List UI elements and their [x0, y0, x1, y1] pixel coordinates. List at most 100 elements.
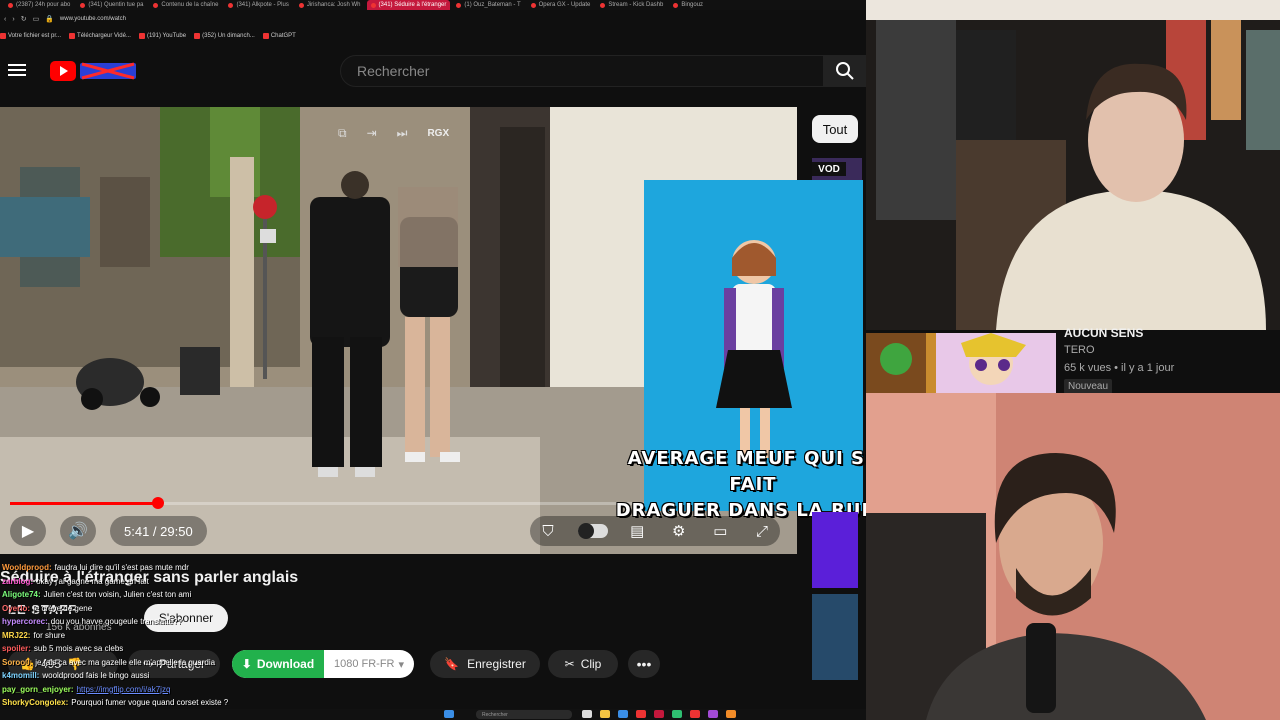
- bookmark-favicon-icon: [69, 33, 76, 39]
- tab-favicon-icon: [8, 2, 13, 8]
- download-quality-select[interactable]: 1080 FR-FR ▾: [324, 658, 414, 671]
- progress-scrubber[interactable]: [152, 497, 164, 509]
- hamburger-icon[interactable]: [8, 62, 26, 78]
- bookmark-item[interactable]: (352) Un dimanch...: [194, 33, 255, 39]
- taskbar-app-icon[interactable]: [636, 710, 646, 718]
- taskbar-app-icon[interactable]: [618, 710, 628, 718]
- chat-text: okay j'ai gagné ma game en fait: [36, 576, 149, 586]
- taskbar-app-icon[interactable]: [654, 710, 664, 718]
- volume-button[interactable]: 🔊: [60, 516, 96, 546]
- search-input[interactable]: Rechercher: [340, 55, 824, 87]
- search-icon: [836, 62, 854, 80]
- chat-message: MRJ22: for shure: [2, 629, 322, 643]
- address-bar[interactable]: ‹ › ↻ ▭ 🔒 www.youtube.com/watch: [0, 12, 866, 26]
- browser-tab[interactable]: (2387) 24h pour abo: [4, 0, 74, 10]
- reload-icon[interactable]: ↻: [21, 15, 27, 23]
- chat-username: ShorkyCongolex:: [2, 698, 69, 707]
- chat-text: je fais ça avec ma gazelle elle m'appell…: [35, 657, 216, 667]
- bookmark-item[interactable]: (191) YouTube: [138, 33, 187, 39]
- chat-username: hypercorec:: [2, 617, 48, 626]
- browser-tab[interactable]: (341) Quentin tue pa: [76, 0, 147, 10]
- skip-icon[interactable]: ⏭: [397, 126, 408, 141]
- vpn-badge-icon[interactable]: ▭: [33, 15, 40, 23]
- browser-tab[interactable]: (1) Ouz_Bateman - T: [452, 0, 524, 10]
- taskbar-app-icon[interactable]: [672, 710, 682, 718]
- browser-tab[interactable]: (341) Séduire à l'étranger: [366, 0, 451, 10]
- browser-tab[interactable]: Opera GX - Update: [527, 0, 595, 10]
- chat-username: pay_gorn_enjoyer:: [2, 684, 74, 694]
- subtitles-icon[interactable]: ▤: [625, 522, 649, 540]
- more-actions-button[interactable]: •••: [628, 650, 660, 678]
- side-thumbnail[interactable]: [812, 594, 858, 680]
- taskbar-app-icon[interactable]: [726, 710, 736, 718]
- chat-message: Oyerlo: je crève de gene: [2, 602, 322, 616]
- save-button[interactable]: 🔖 Enregistrer: [430, 650, 540, 678]
- bookmark-label: (191) YouTube: [146, 33, 187, 39]
- browser-tab-label: (341) Quentin tue pa: [88, 2, 144, 8]
- fullscreen-icon[interactable]: ⤢: [750, 523, 774, 540]
- bookmark-item[interactable]: Téléchargeur Vidé...: [69, 33, 131, 39]
- tab-favicon-icon: [530, 2, 536, 8]
- side-thumbnail[interactable]: [812, 512, 858, 588]
- youtube-logo-icon[interactable]: [50, 60, 138, 82]
- save-label: Enregistrer: [467, 657, 526, 671]
- clip-button[interactable]: ✂ Clip: [548, 650, 618, 678]
- chat-link[interactable]: https://imgflip.com/i/ak7jzq: [77, 685, 171, 694]
- url-text[interactable]: www.youtube.com/watch: [60, 16, 126, 22]
- browser-tab-label: Stream - Kick Dashb: [608, 2, 664, 8]
- download-quality: 1080 FR-FR: [333, 658, 395, 670]
- clip-label: Clip: [580, 657, 602, 671]
- bookmark-favicon-icon: [194, 33, 201, 39]
- chevron-down-icon: ▾: [398, 658, 405, 671]
- forward-icon[interactable]: ›: [12, 16, 14, 23]
- shield-icon[interactable]: ⛉: [536, 523, 560, 540]
- tab-favicon-icon: [370, 2, 376, 8]
- windows-start-icon[interactable]: [444, 710, 454, 718]
- player-overlay-bar: ⧉ ⇥ ⏭ RGX: [338, 125, 468, 141]
- browser-tab[interactable]: Jirishanca: Josh Wh: [295, 0, 365, 10]
- webcam-bottom: [866, 393, 1280, 720]
- back-icon[interactable]: ‹: [4, 16, 6, 23]
- chat-message: ShorkyCongolex: Pourquoi fumer vogue quan…: [2, 696, 322, 710]
- browser-tab-label: (341) Séduire à l'étranger: [378, 2, 447, 8]
- chat-username: Soroo0:: [2, 657, 33, 667]
- taskbar-app-icon[interactable]: [600, 710, 610, 718]
- browser-tab[interactable]: Stream - Kick Dashb: [596, 0, 667, 10]
- browser-tab-label: Jirishanca: Josh Wh: [306, 2, 361, 8]
- theater-mode-icon[interactable]: ▭: [708, 522, 732, 540]
- bookmark-favicon-icon: [0, 33, 6, 39]
- chat-username: k4momill:: [2, 671, 40, 680]
- browser-tab[interactable]: Contenu de la chaîne: [149, 0, 222, 10]
- time-display: 5:41 / 29:50: [110, 516, 207, 546]
- filter-chip-all[interactable]: Tout: [812, 115, 858, 143]
- browser-tab-label: (341) Alkpote - Plus: [236, 2, 289, 8]
- chat-username: MRJ22:: [2, 630, 31, 640]
- play-button[interactable]: ▶: [10, 516, 46, 546]
- tab-favicon-icon: [456, 2, 462, 8]
- browser-tab[interactable]: (341) Alkpote - Plus: [224, 0, 292, 10]
- taskbar-app-icon[interactable]: [690, 710, 700, 718]
- bookmark-favicon-icon: [262, 33, 269, 39]
- bookmark-item[interactable]: Votre fichier est pr...: [0, 33, 61, 39]
- webcam-top: [866, 0, 1280, 330]
- recommendation-meta: 65 k vues • il y a 1 jour: [1064, 362, 1175, 374]
- volume-icon: 🔊: [68, 523, 88, 540]
- taskbar-app-icon[interactable]: [582, 710, 592, 718]
- browser-tab[interactable]: Bingouz: [669, 0, 707, 10]
- bookmark-item[interactable]: ChatGPT: [262, 33, 296, 39]
- search-button[interactable]: [824, 55, 866, 87]
- chat-text: Pourquoi fumer vogue quand corset existe…: [71, 698, 229, 707]
- recommendation-title[interactable]: AUCUN SENS: [1064, 326, 1143, 340]
- bookmarks-bar: Votre fichier est pr... Téléchargeur Vidé…: [0, 30, 866, 42]
- popout-icon[interactable]: ⧉: [338, 126, 347, 141]
- rgx-extension-button[interactable]: RGX: [427, 128, 449, 139]
- settings-icon[interactable]: ⚙: [667, 522, 691, 540]
- browser-tab-label: Opera GX - Update: [538, 2, 591, 8]
- recommendation-channel[interactable]: TERO: [1064, 344, 1095, 356]
- vod-badge: VOD: [812, 162, 846, 176]
- recommendation-thumbnail[interactable]: [866, 333, 1056, 393]
- autoplay-toggle[interactable]: [577, 523, 608, 539]
- browser-tab-strip: (2387) 24h pour abo (341) Quentin tue pa C…: [0, 0, 866, 10]
- enter-icon[interactable]: ⇥: [367, 126, 377, 140]
- taskbar-app-icon[interactable]: [708, 710, 718, 718]
